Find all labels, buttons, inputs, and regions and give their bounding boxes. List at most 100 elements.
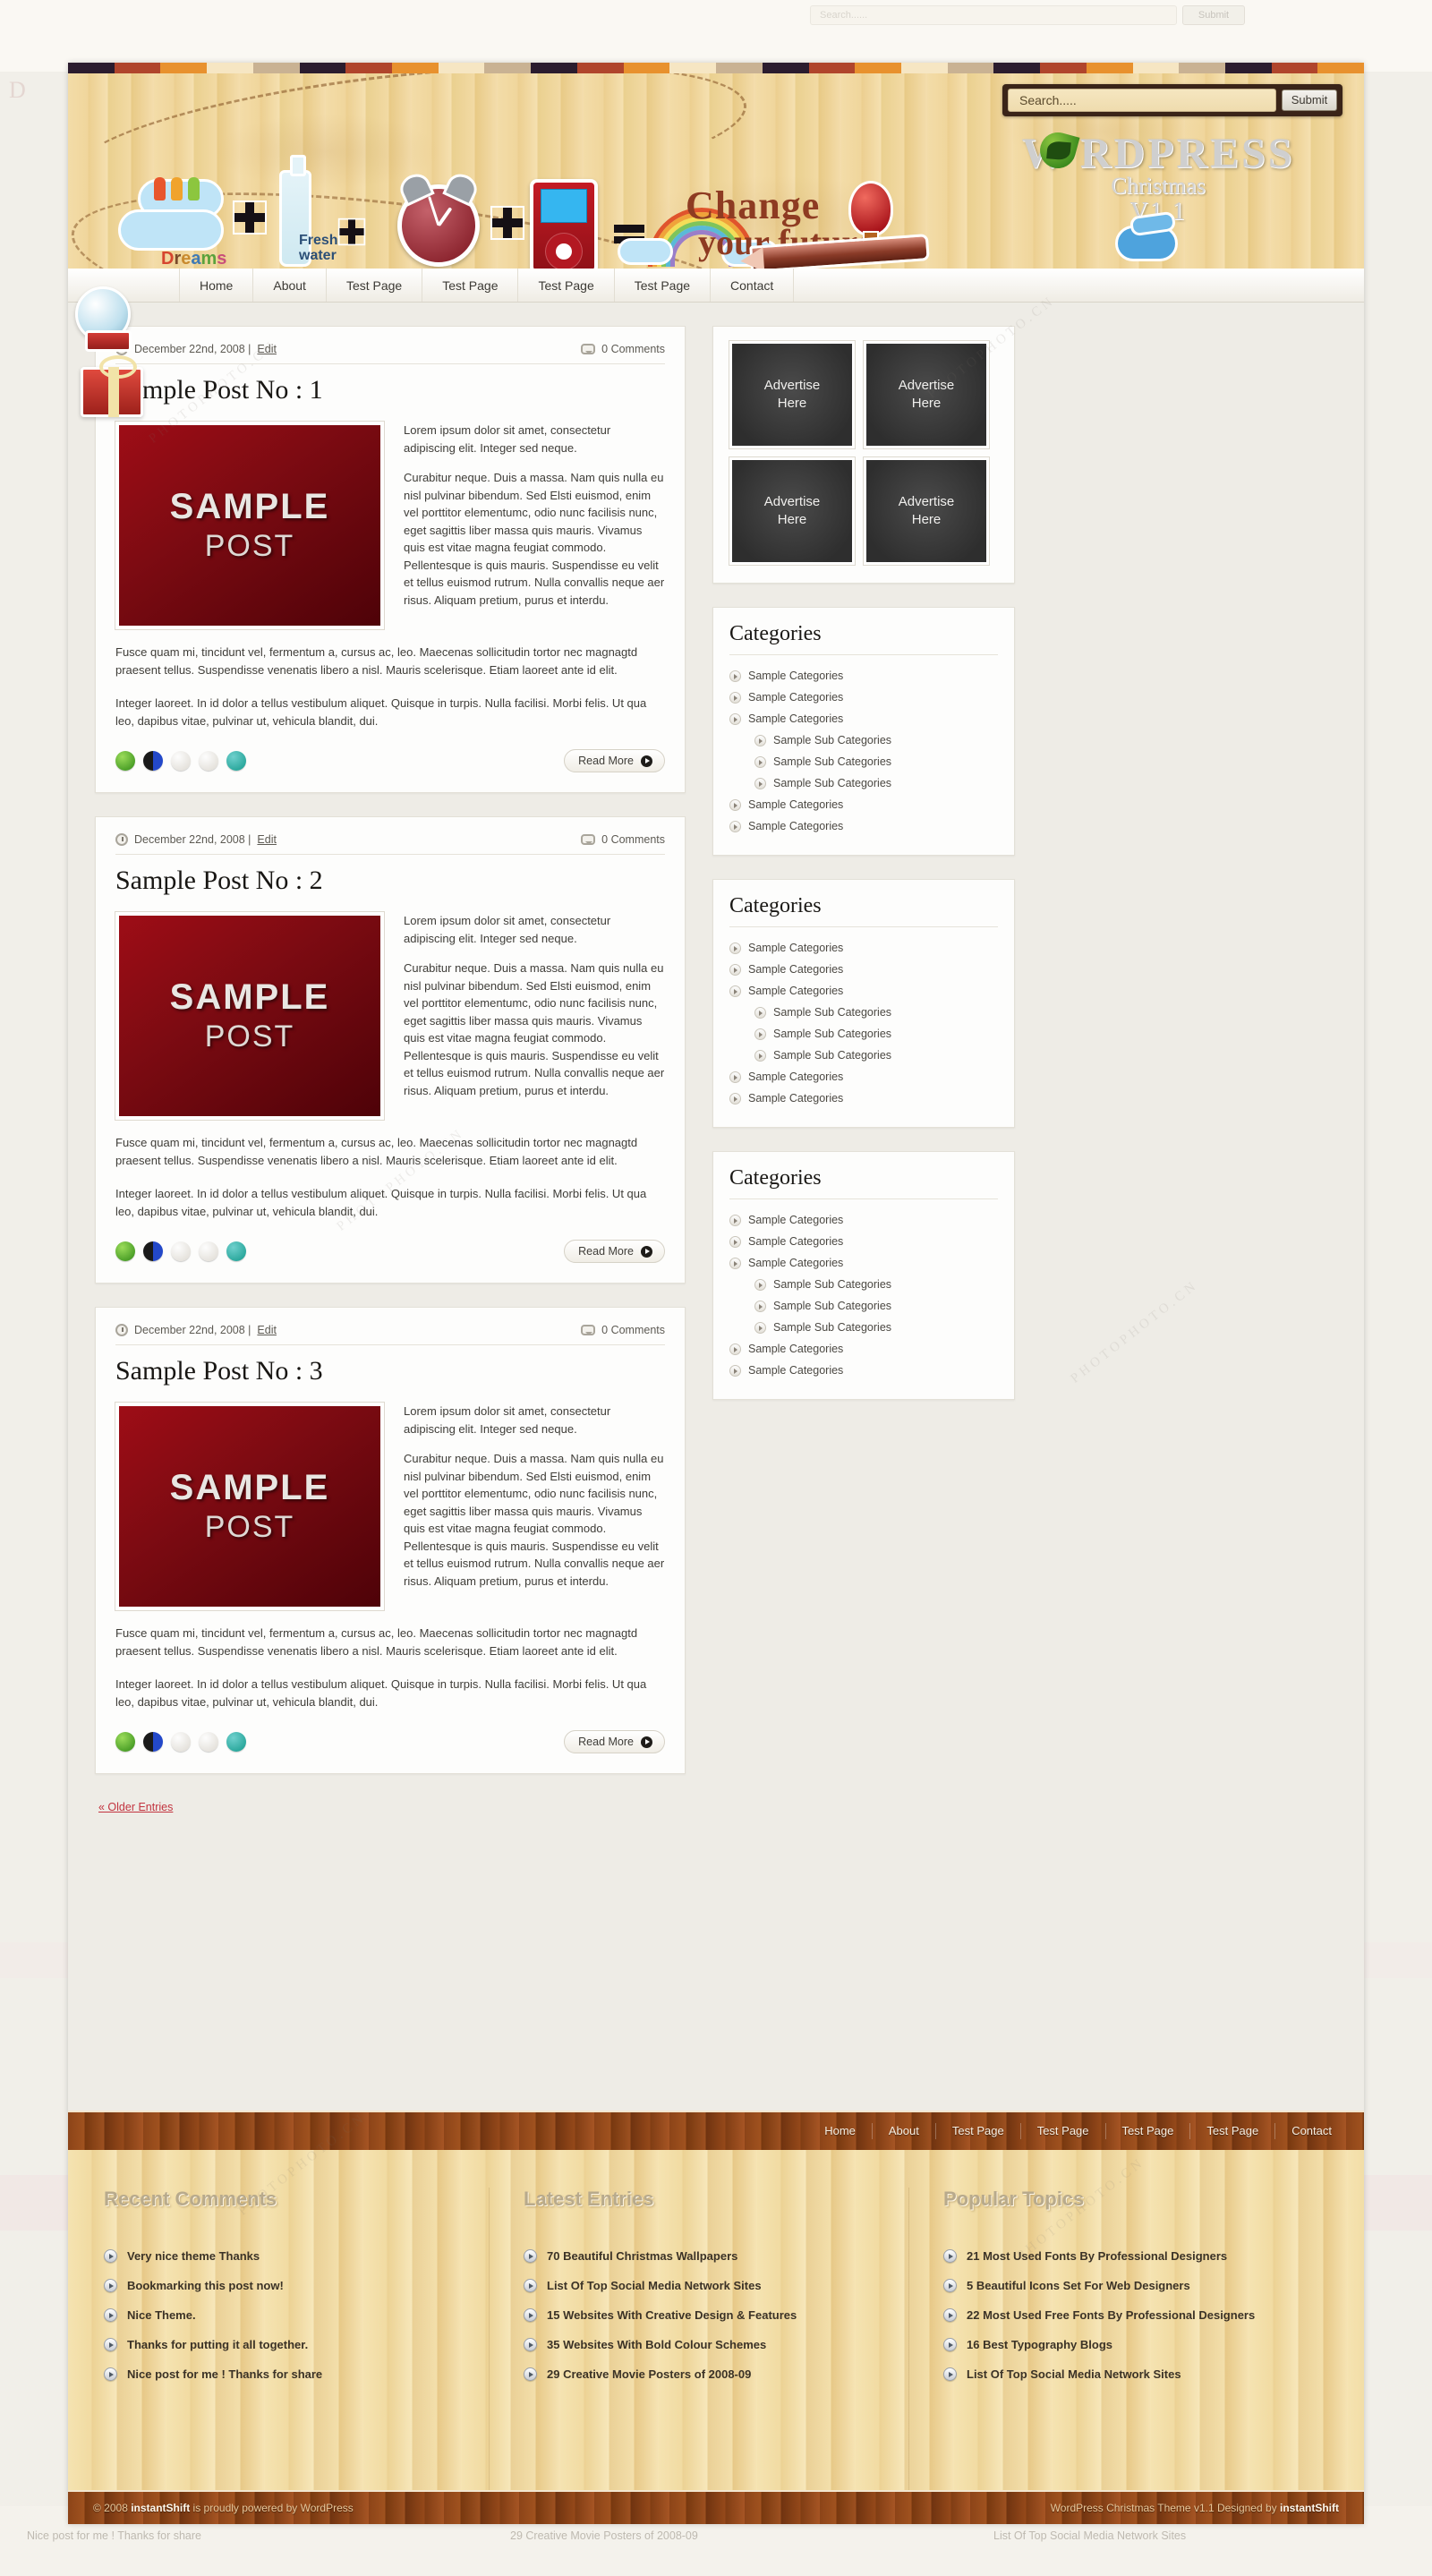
footer-list-item[interactable]: Nice post for me ! Thanks for share — [104, 2359, 467, 2389]
nav-item-4[interactable]: Test Page — [518, 269, 615, 302]
category-item[interactable]: Sample Categories — [729, 1209, 998, 1231]
advertise-block-3[interactable]: Advertise Here — [863, 456, 990, 566]
footer-list-item[interactable]: 15 Websites With Creative Design & Featu… — [524, 2300, 887, 2330]
post-thumbnail[interactable]: SAMPLE POST — [115, 1402, 385, 1611]
search-submit-button[interactable]: Submit — [1282, 90, 1337, 111]
footer-nav-item-1[interactable]: About — [873, 2123, 936, 2139]
stumbleupon-icon[interactable] — [226, 751, 246, 771]
nav-item-5[interactable]: Test Page — [615, 269, 712, 302]
footer-list-item[interactable]: 70 Beautiful Christmas Wallpapers — [524, 2241, 887, 2271]
category-item[interactable]: Sample Categories — [729, 1252, 998, 1274]
older-entries-link[interactable]: « Older Entries — [98, 1801, 173, 1813]
category-item[interactable]: Sample Categories — [729, 937, 998, 959]
footer-nav-item-6[interactable]: Contact — [1275, 2123, 1337, 2139]
category-item[interactable]: Sample Categories — [729, 687, 998, 708]
category-item[interactable]: Sample Sub Categories — [729, 1023, 998, 1045]
post-thumbnail[interactable]: SAMPLE POST — [115, 421, 385, 630]
category-item[interactable]: Sample Sub Categories — [729, 772, 998, 794]
category-item[interactable]: Sample Sub Categories — [729, 1295, 998, 1317]
footer-list-item[interactable]: Thanks for putting it all together. — [104, 2330, 467, 2359]
nav-item-0[interactable]: Home — [179, 269, 254, 302]
read-more-button[interactable]: Read More — [564, 1730, 665, 1753]
footer-list-item[interactable]: List Of Top Social Media Network Sites — [524, 2271, 887, 2300]
footer-list-item[interactable]: Nice Theme. — [104, 2300, 467, 2330]
copyright-brand[interactable]: instantShift — [131, 2502, 190, 2514]
arrow-bullet-icon — [754, 1321, 766, 1334]
technorati-icon[interactable] — [115, 1241, 135, 1261]
category-item[interactable]: Sample Categories — [729, 1088, 998, 1109]
footer-list-item[interactable]: 29 Creative Movie Posters of 2008-09 — [524, 2359, 887, 2389]
category-item[interactable]: Sample Sub Categories — [729, 1317, 998, 1338]
post-title[interactable]: Sample Post No : 3 — [115, 1356, 665, 1386]
category-item[interactable]: Sample Categories — [729, 1066, 998, 1088]
mixx-icon[interactable] — [143, 1241, 163, 1261]
nav-item-2[interactable]: Test Page — [327, 269, 423, 302]
post-thumbnail[interactable]: SAMPLE POST — [115, 911, 385, 1121]
nav-item-6[interactable]: Contact — [711, 269, 795, 302]
category-label: Sample Sub Categories — [773, 1300, 892, 1312]
technorati-icon[interactable] — [115, 751, 135, 771]
category-item[interactable]: Sample Sub Categories — [729, 1274, 998, 1295]
footer-list-item[interactable]: 35 Websites With Bold Colour Schemes — [524, 2330, 887, 2359]
reddit-icon[interactable] — [199, 1241, 218, 1261]
post-title[interactable]: Sample Post No : 1 — [115, 375, 665, 405]
footer-nav-item-3[interactable]: Test Page — [1021, 2123, 1106, 2139]
nav-item-3[interactable]: Test Page — [422, 269, 519, 302]
category-item[interactable]: Sample Categories — [729, 959, 998, 980]
footer-list-item[interactable]: Bookmarking this post now! — [104, 2271, 467, 2300]
category-item[interactable]: Sample Categories — [729, 1338, 998, 1360]
read-more-button[interactable]: Read More — [564, 1240, 665, 1263]
category-item[interactable]: Sample Categories — [729, 665, 998, 687]
category-item[interactable]: Sample Categories — [729, 794, 998, 815]
footer-nav-item-4[interactable]: Test Page — [1106, 2123, 1191, 2139]
post-comments-link[interactable]: 0 Comments — [601, 1324, 665, 1336]
site-logo[interactable]: W RDPRESS Christmas V1.1 — [988, 128, 1328, 226]
reddit-icon[interactable] — [199, 1732, 218, 1752]
category-item[interactable]: Sample Categories — [729, 708, 998, 729]
stumbleupon-icon[interactable] — [226, 1732, 246, 1752]
footer-nav-item-2[interactable]: Test Page — [936, 2123, 1021, 2139]
post-date: December 22nd, 2008 | — [134, 343, 251, 355]
theme-credit-brand[interactable]: instantShift — [1280, 2502, 1339, 2514]
footer-list-item[interactable]: List Of Top Social Media Network Sites — [943, 2359, 1307, 2389]
mixx-icon[interactable] — [143, 1732, 163, 1752]
footer-list-item[interactable]: 5 Beautiful Icons Set For Web Designers — [943, 2271, 1307, 2300]
advertise-block-2[interactable]: Advertise Here — [729, 456, 856, 566]
technorati-icon[interactable] — [115, 1732, 135, 1752]
mixx-icon[interactable] — [143, 751, 163, 771]
footer-list-item[interactable]: Very nice theme Thanks — [104, 2241, 467, 2271]
yahoo-buzz-icon[interactable] — [171, 751, 191, 771]
category-item[interactable]: Sample Categories — [729, 1360, 998, 1381]
yahoo-buzz-icon[interactable] — [171, 1241, 191, 1261]
post-comments-link[interactable]: 0 Comments — [601, 833, 665, 846]
advertise-block-0[interactable]: Advertise Here — [729, 340, 856, 449]
footer-item-label: 15 Websites With Creative Design & Featu… — [547, 2308, 797, 2322]
read-more-button[interactable]: Read More — [564, 749, 665, 772]
category-item[interactable]: Sample Categories — [729, 815, 998, 837]
footer-list-item[interactable]: 22 Most Used Free Fonts By Professional … — [943, 2300, 1307, 2330]
hot-air-balloon-icon — [848, 181, 893, 236]
footer-nav-item-0[interactable]: Home — [808, 2123, 873, 2139]
category-item[interactable]: Sample Sub Categories — [729, 751, 998, 772]
thumbnail-line-2: POST — [204, 1019, 295, 1053]
category-item[interactable]: Sample Sub Categories — [729, 729, 998, 751]
yahoo-buzz-icon[interactable] — [171, 1732, 191, 1752]
post-comments-link[interactable]: 0 Comments — [601, 343, 665, 355]
advertise-block-1[interactable]: Advertise Here — [863, 340, 990, 449]
category-item[interactable]: Sample Categories — [729, 980, 998, 1002]
footer-list-item[interactable]: 16 Best Typography Blogs — [943, 2330, 1307, 2359]
post-edit-link[interactable]: Edit — [257, 1324, 277, 1336]
search-input[interactable]: Search..... — [1008, 89, 1276, 112]
reddit-icon[interactable] — [199, 751, 218, 771]
post-edit-link[interactable]: Edit — [257, 833, 277, 846]
post-title[interactable]: Sample Post No : 2 — [115, 866, 665, 896]
post-edit-link[interactable]: Edit — [257, 343, 277, 355]
footer-nav-item-5[interactable]: Test Page — [1190, 2123, 1276, 2139]
stumbleupon-icon[interactable] — [226, 1241, 246, 1261]
nav-item-1[interactable]: About — [253, 269, 327, 302]
category-item[interactable]: Sample Sub Categories — [729, 1002, 998, 1023]
category-item[interactable]: Sample Categories — [729, 1231, 998, 1252]
footer-widget-list: 21 Most Used Fonts By Professional Desig… — [943, 2241, 1307, 2389]
footer-list-item[interactable]: 21 Most Used Fonts By Professional Desig… — [943, 2241, 1307, 2271]
category-item[interactable]: Sample Sub Categories — [729, 1045, 998, 1066]
